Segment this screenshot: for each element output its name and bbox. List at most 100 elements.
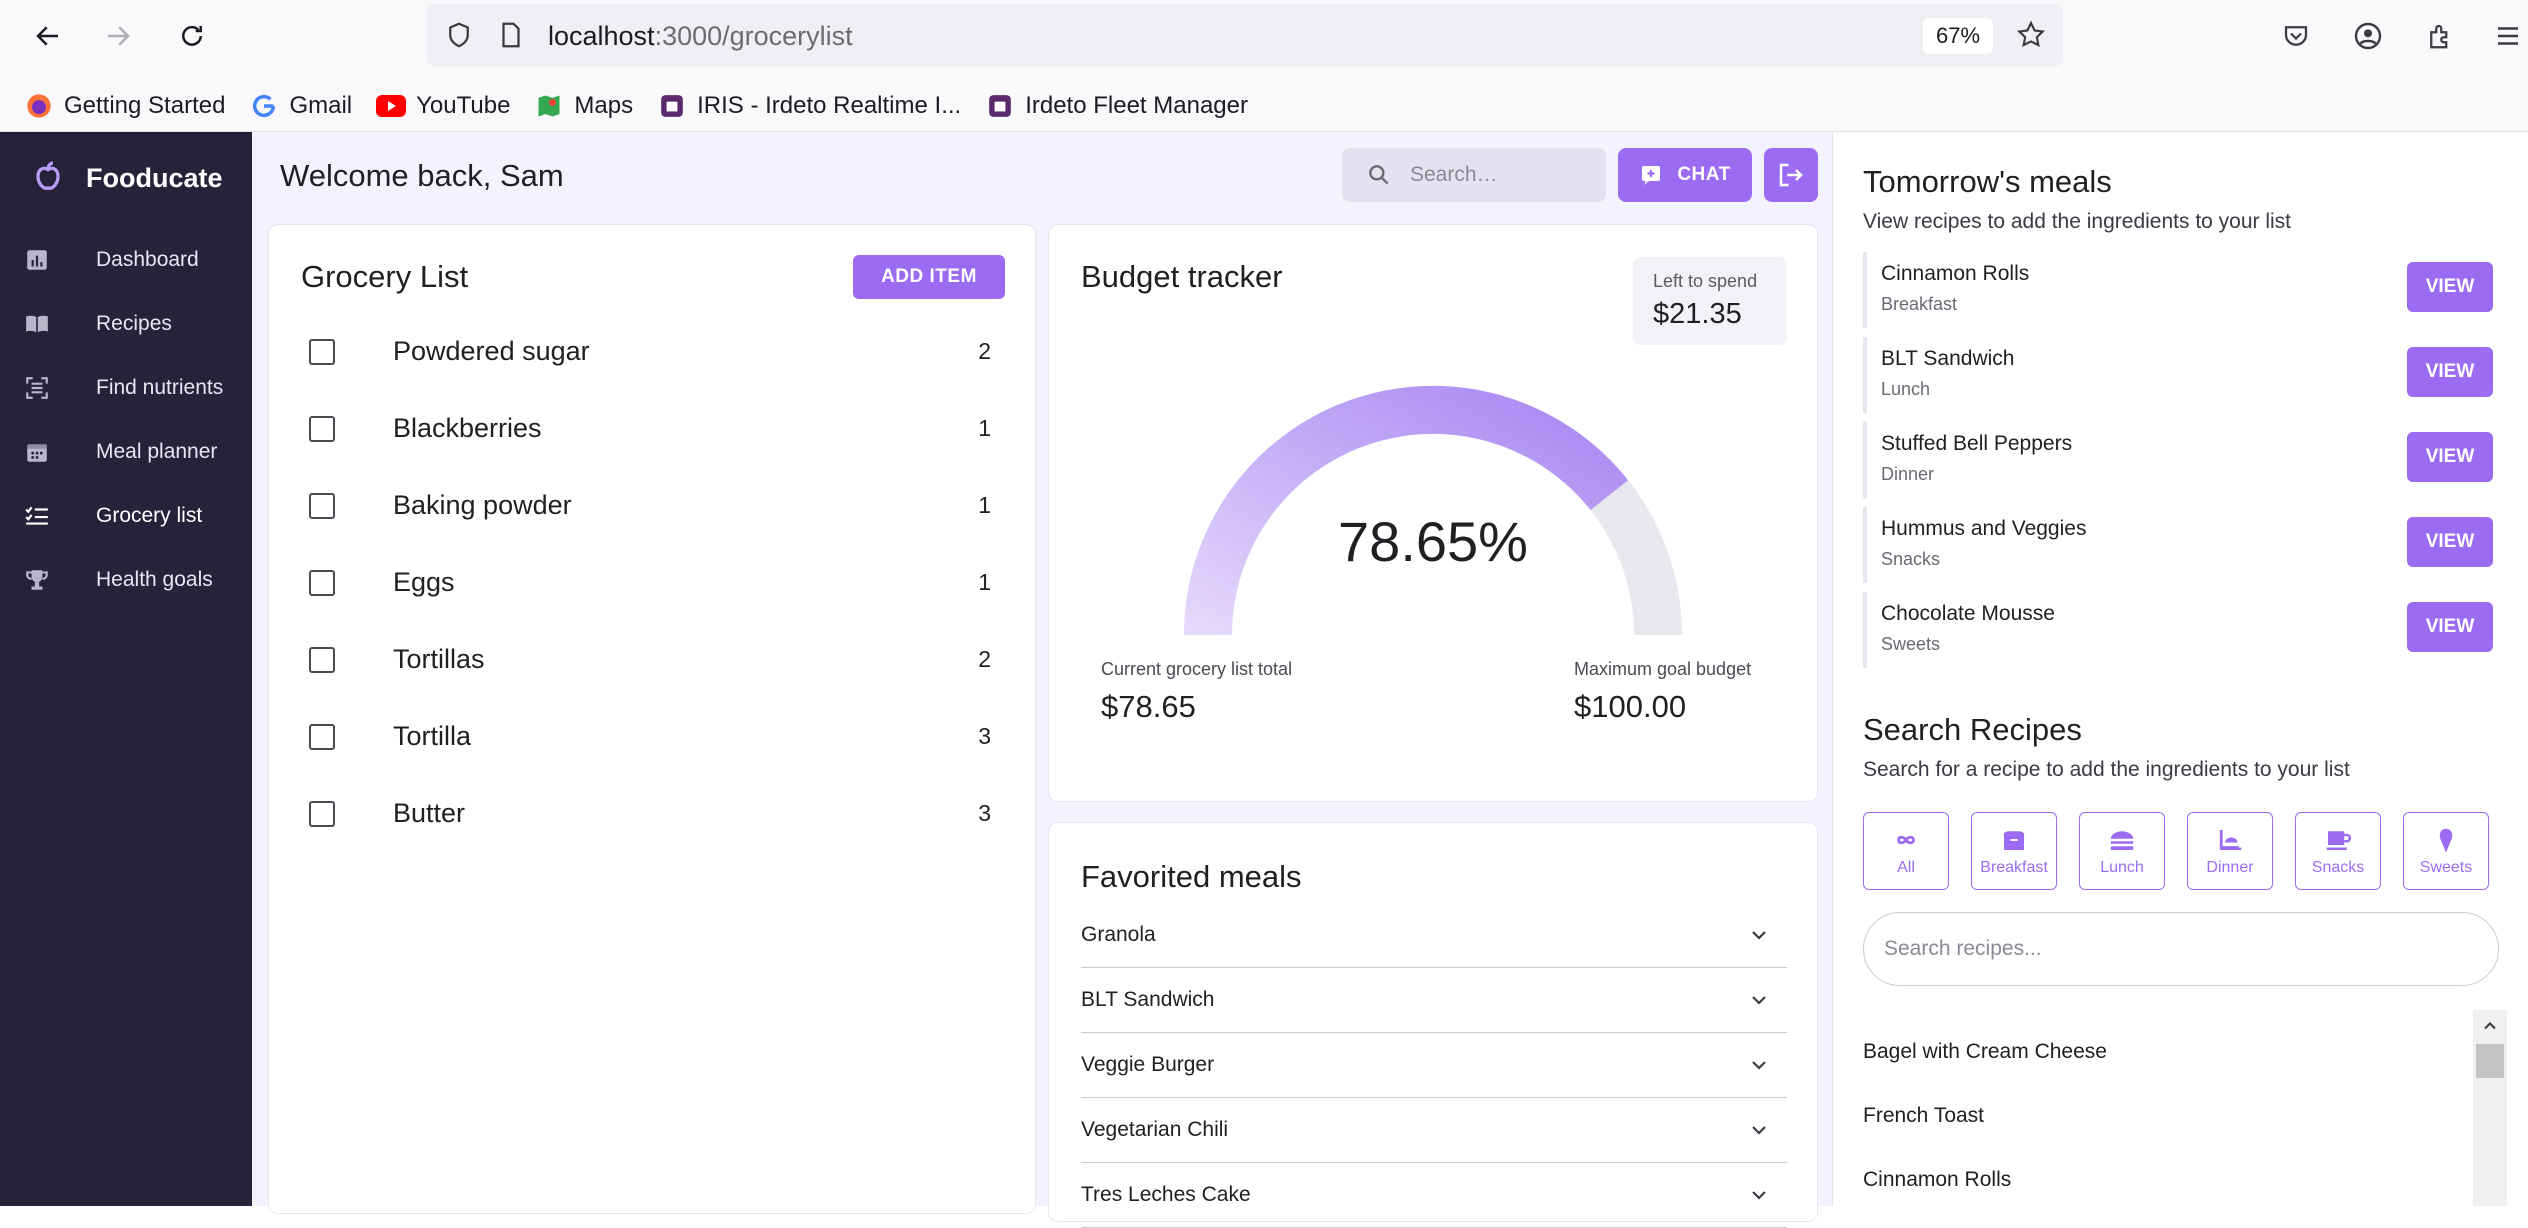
extensions-icon[interactable] [2420, 16, 2460, 56]
search-recipes-subtitle: Search for a recipe to add the ingredien… [1863, 758, 2350, 781]
item-quantity: 3 [978, 723, 991, 749]
tomorrow-title: Tomorrow's meals [1863, 164, 2112, 199]
item-checkbox[interactable] [309, 800, 335, 827]
sidebar-item-meal-planner[interactable]: Meal planner [0, 420, 252, 484]
sidebar-item-label: Dashboard [96, 248, 199, 271]
back-button[interactable] [26, 14, 70, 58]
current-total-label: Current grocery list total [1101, 659, 1293, 679]
sidebar-menu: Dashboard Recipes Find nutrients Meal pl… [0, 228, 252, 612]
category-lunch[interactable]: Lunch [2079, 812, 2165, 890]
gauge-percent: 78.65% [1338, 510, 1528, 573]
bookmark-youtube[interactable]: YouTube [376, 91, 510, 121]
favorite-name: Veggie Burger [1081, 1053, 1215, 1076]
bookmark-iris[interactable]: IRIS - Irdeto Realtime I... [657, 91, 961, 121]
view-button[interactable]: VIEW [2407, 517, 2493, 567]
item-checkbox[interactable] [309, 338, 335, 365]
page-icon [502, 22, 520, 48]
bookmark-gmail[interactable]: Gmail [249, 91, 352, 121]
shield-icon [449, 22, 469, 48]
view-button[interactable]: VIEW [2407, 347, 2493, 397]
meal-type: Snacks [1881, 549, 1941, 569]
meal-name: Stuffed Bell Peppers [1881, 432, 2073, 455]
sidebar-item-label: Meal planner [96, 440, 218, 463]
maps-icon [534, 91, 564, 121]
grocery-item: Tortilla 3 [309, 698, 999, 775]
favorite-item[interactable]: Vegetarian Chili [1081, 1098, 1787, 1163]
favorite-item[interactable]: Granola [1081, 903, 1787, 968]
chat-button[interactable]: CHAT [1618, 148, 1752, 202]
pocket-icon[interactable] [2276, 16, 2316, 56]
recipe-search-input[interactable]: Search recipes... [1863, 912, 2499, 986]
brand-name: Fooducate [86, 162, 223, 193]
url-host: localhost [548, 21, 655, 51]
favorite-item[interactable]: Veggie Burger [1081, 1033, 1787, 1098]
bookmark-getting-started[interactable]: Getting Started [24, 91, 225, 121]
bookmark-label: Irdeto Fleet Manager [1025, 92, 1248, 119]
item-name: Blackberries [393, 413, 542, 443]
grocery-item: Eggs 1 [309, 544, 999, 621]
item-name: Butter [393, 798, 466, 828]
zoom-level[interactable]: 67% [1923, 18, 1993, 54]
meal-item: Hummus and Veggies Snacks VIEW [1863, 507, 2493, 583]
grocery-item: Powdered sugar 2 [309, 313, 999, 390]
youtube-icon [376, 91, 407, 121]
category-dinner[interactable]: Dinner [2187, 812, 2273, 890]
dinner-icon [2219, 830, 2242, 850]
burger-icon [2110, 831, 2134, 850]
chat-icon [1642, 166, 1661, 185]
category-sweets[interactable]: Sweets [2403, 812, 2489, 890]
bookmark-fleet-manager[interactable]: Irdeto Fleet Manager [985, 91, 1248, 121]
account-icon[interactable] [2348, 16, 2388, 56]
category-label: All [1897, 859, 1915, 876]
irdeto-icon [657, 91, 687, 121]
reload-button[interactable] [170, 14, 214, 58]
add-item-button[interactable]: ADD ITEM [853, 255, 1005, 299]
category-breakfast[interactable]: Breakfast [1971, 812, 2057, 890]
item-checkbox[interactable] [309, 723, 335, 750]
address-bar[interactable]: localhost:3000/grocerylist 67% [426, 4, 2063, 66]
item-checkbox[interactable] [309, 415, 335, 442]
bookmark-label: YouTube [416, 92, 511, 119]
sidebar-item-recipes[interactable]: Recipes [0, 292, 252, 356]
sidebar-item-dashboard[interactable]: Dashboard [0, 228, 252, 292]
chat-label: CHAT [1677, 164, 1731, 185]
view-button[interactable]: VIEW [2407, 262, 2493, 312]
item-checkbox[interactable] [309, 492, 335, 519]
scroll-thumb[interactable] [2476, 1044, 2504, 1078]
apple-logo-icon [36, 161, 60, 190]
favorite-item[interactable]: BLT Sandwich [1081, 968, 1787, 1033]
sidebar-item-find-nutrients[interactable]: Find nutrients [0, 356, 252, 420]
bookmark-maps[interactable]: Maps [534, 91, 633, 121]
recipe-result[interactable]: French Toast [1863, 1104, 1984, 1128]
item-checkbox[interactable] [309, 569, 335, 596]
view-button[interactable]: VIEW [2407, 432, 2493, 482]
forward-button[interactable] [96, 14, 140, 58]
category-label: Dinner [2206, 859, 2254, 876]
sidebar-item-health-goals[interactable]: Health goals [0, 548, 252, 612]
search-input[interactable]: Search… [1342, 148, 1606, 202]
recipe-list-scrollbar[interactable] [2473, 1010, 2507, 1206]
sidebar-item-grocery-list[interactable]: Grocery list [0, 484, 252, 548]
book-icon [22, 309, 52, 339]
meal-name: Cinnamon Rolls [1881, 262, 2030, 285]
item-quantity: 2 [978, 338, 991, 364]
category-all[interactable]: All [1863, 812, 1949, 890]
right-panel: Tomorrow's meals View recipes to add the… [1832, 132, 2528, 1206]
star-icon[interactable] [2015, 19, 2047, 51]
recipe-result[interactable]: Bagel with Cream Cheese [1863, 1040, 2107, 1064]
view-button[interactable]: VIEW [2407, 602, 2493, 652]
brand[interactable]: Fooducate [28, 158, 223, 198]
favorite-item[interactable]: Tres Leches Cake [1081, 1163, 1787, 1228]
meal-item: Chocolate Mousse Sweets VIEW [1863, 592, 2493, 668]
reload-icon [182, 25, 202, 46]
recipe-result[interactable]: Cinnamon Rolls [1863, 1168, 2011, 1192]
favorite-name: Vegetarian Chili [1081, 1118, 1229, 1141]
arrow-right-icon [108, 26, 130, 46]
favorite-name: Granola [1081, 923, 1156, 946]
item-quantity: 1 [978, 492, 991, 518]
category-snacks[interactable]: Snacks [2295, 812, 2381, 890]
item-checkbox[interactable] [309, 646, 335, 673]
menu-icon[interactable] [2488, 16, 2528, 56]
favorited-meals-card: Favorited meals Granola BLT Sandwich Veg… [1048, 822, 1818, 1228]
logout-button[interactable] [1764, 148, 1818, 202]
